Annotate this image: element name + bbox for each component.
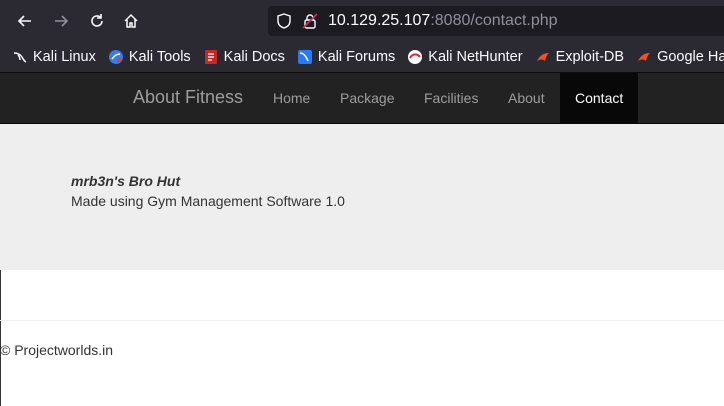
bookmarks-bar: Kali Linux Kali Tools Kali Docs Kali For… <box>0 42 724 73</box>
kali-docs-icon <box>203 49 219 65</box>
bookmark-label: Kali Forums <box>317 49 396 65</box>
footer-copyright: © Projectworlds.in <box>0 342 114 358</box>
bookmark-exploit-db[interactable]: Exploit-DB <box>535 49 625 65</box>
forward-arrow-icon[interactable] <box>50 10 72 32</box>
url-host: 10.129.25.107 <box>328 12 431 29</box>
exploit-db-icon <box>535 49 551 65</box>
nav-package[interactable]: Package <box>340 73 394 123</box>
page-title: mrb3n's Bro Hut <box>71 173 181 189</box>
bookmark-label: Google Ha <box>657 49 724 65</box>
nav-facilities[interactable]: Facilities <box>424 73 478 123</box>
brand-link[interactable]: About Fitness <box>133 87 243 108</box>
bookmark-label: Kali Linux <box>33 49 96 65</box>
home-icon[interactable] <box>120 10 142 32</box>
bookmark-label: Kali Docs <box>223 49 285 65</box>
kali-dragon-icon <box>12 49 28 65</box>
page-left-border <box>0 270 1 406</box>
bookmark-kali-docs[interactable]: Kali Docs <box>203 49 285 65</box>
url-path: :8080/contact.php <box>430 12 558 29</box>
nav-contact[interactable]: Contact <box>560 73 639 123</box>
kali-tools-icon <box>108 49 124 65</box>
bookmark-google-hacking[interactable]: Google Ha <box>636 49 724 65</box>
shield-icon[interactable] <box>276 13 292 29</box>
kali-forums-icon <box>297 49 313 65</box>
nav-about[interactable]: About <box>508 73 545 123</box>
footer-divider <box>0 320 724 321</box>
back-arrow-icon[interactable] <box>14 10 36 32</box>
bookmark-label: Kali NetHunter <box>428 49 523 65</box>
nav-home[interactable]: Home <box>273 73 310 123</box>
page-subtitle: Made using Gym Management Software 1.0 <box>71 193 345 209</box>
google-hacking-icon <box>636 49 652 65</box>
kali-nethunter-icon <box>407 49 423 65</box>
url-bar[interactable]: 10.129.25.107:8080/contact.php <box>268 6 724 36</box>
browser-toolbar: 10.129.25.107:8080/contact.php <box>0 0 724 42</box>
bookmark-label: Exploit-DB <box>555 49 625 65</box>
contact-jumbotron: mrb3n's Bro Hut Made using Gym Managemen… <box>0 124 724 270</box>
bookmark-label: Kali Tools <box>128 49 191 65</box>
site-navbar: About Fitness Home Package Facilities Ab… <box>0 73 724 124</box>
reload-icon[interactable] <box>86 10 108 32</box>
bookmark-kali-nethunter[interactable]: Kali NetHunter <box>407 49 523 65</box>
insecure-lock-icon[interactable] <box>302 13 318 29</box>
bookmark-kali-linux[interactable]: Kali Linux <box>12 49 96 65</box>
bookmark-kali-forums[interactable]: Kali Forums <box>297 49 395 65</box>
bookmark-kali-tools[interactable]: Kali Tools <box>108 49 191 65</box>
